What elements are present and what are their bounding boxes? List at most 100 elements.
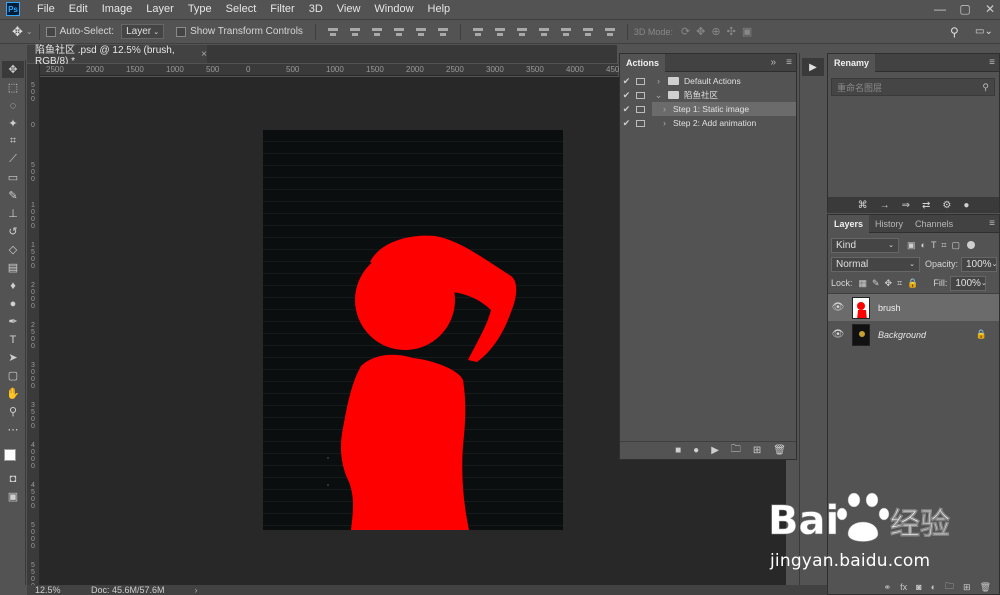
eraser-tool-icon[interactable]: ◇	[2, 241, 24, 258]
menu-edit[interactable]: Edit	[62, 3, 95, 15]
action-row[interactable]: ✔ › Step 2: Add animation	[620, 116, 796, 130]
link-layers-icon[interactable]: ⚭	[884, 582, 892, 593]
stop-icon[interactable]: ■	[675, 445, 681, 456]
checkmark-icon[interactable]: ✔	[620, 76, 633, 87]
clone-stamp-tool-icon[interactable]: ⊥	[2, 205, 24, 222]
screen-mode-icon[interactable]: ▣	[2, 488, 24, 505]
eyedropper-tool-icon[interactable]: ⟋	[2, 151, 24, 168]
distribute-top-icon[interactable]	[471, 26, 485, 38]
color-swatches[interactable]	[0, 439, 25, 469]
align-hcenter-icon[interactable]	[414, 26, 428, 38]
dialog-toggle-icon[interactable]	[636, 105, 645, 113]
expand-arrow-icon[interactable]: ⌄	[652, 90, 665, 101]
arrow-right-icon[interactable]: →	[880, 200, 890, 211]
auto-align-icon[interactable]	[603, 26, 617, 38]
panel-menu-icon[interactable]: ≡	[989, 218, 995, 229]
opacity-input[interactable]: 100% ⌄	[961, 256, 997, 272]
tab-layers[interactable]: Layers	[828, 214, 870, 233]
new-set-icon[interactable]: 🗀	[731, 442, 741, 459]
double-arrow-right-icon[interactable]: ⇒	[902, 200, 910, 211]
action-set-row[interactable]: ✔ ⌄ 陷鱼社区	[620, 88, 796, 102]
path-selection-tool-icon[interactable]: ➤	[2, 349, 24, 366]
distribute-bottom-icon[interactable]	[515, 26, 529, 38]
new-layer-icon[interactable]: ⊞	[963, 582, 971, 593]
new-action-icon[interactable]: ⊞	[753, 445, 761, 456]
lasso-tool-icon[interactable]: ◌	[2, 97, 24, 114]
photoshop-logo-icon[interactable]: Ps	[6, 2, 20, 16]
layer-row[interactable]: 👁 Background 🔒	[828, 321, 999, 348]
align-top-icon[interactable]	[326, 26, 340, 38]
menu-window[interactable]: Window	[367, 3, 420, 15]
menu-filter[interactable]: Filter	[263, 3, 301, 15]
expand-arrow-icon[interactable]: ›	[658, 118, 671, 128]
rectangle-tool-icon[interactable]: ▢	[2, 367, 24, 384]
magic-wand-tool-icon[interactable]: ✦	[2, 115, 24, 132]
collapse-panel-icon[interactable]: »	[770, 57, 776, 68]
workspace-icon[interactable]: ▭⌄	[975, 26, 993, 37]
lock-options-icons[interactable]: ▦✎✥⌗🔒	[859, 278, 924, 289]
adjustment-layer-icon[interactable]: ◐	[931, 582, 936, 592]
show-transform-checkbox[interactable]	[176, 26, 187, 37]
menu-type[interactable]: Type	[181, 3, 219, 15]
action-row[interactable]: ✔ › Step 1: Static image	[620, 102, 796, 116]
tab-renamy[interactable]: Renamy	[828, 53, 876, 72]
checkmark-icon[interactable]: ✔	[620, 118, 633, 129]
tab-actions[interactable]: Actions	[620, 53, 666, 72]
crop-tool-icon[interactable]: ⌗	[2, 133, 24, 150]
history-brush-tool-icon[interactable]: ↺	[2, 223, 24, 240]
menu-help[interactable]: Help	[421, 3, 458, 15]
play-panel-icon[interactable]: ▶	[802, 58, 824, 76]
checkmark-icon[interactable]: ✔	[620, 90, 633, 101]
close-window-button[interactable]: ✕	[975, 0, 1000, 18]
menu-view[interactable]: View	[330, 3, 368, 15]
eye-icon[interactable]: 👁	[828, 302, 848, 313]
play-icon[interactable]: ▶	[711, 445, 719, 456]
zoom-level[interactable]: 12.5%	[35, 585, 75, 595]
swap-icon[interactable]: ⇄	[922, 200, 930, 211]
search-icon[interactable]: ⚲	[950, 25, 959, 39]
document-tab[interactable]: 陷鱼社区 .psd @ 12.5% (brush, RGB/8) * ×	[27, 45, 207, 67]
gradient-tool-icon[interactable]: ▤	[2, 259, 24, 276]
distribute-right-icon[interactable]	[581, 26, 595, 38]
menu-3d[interactable]: 3D	[302, 3, 330, 15]
filter-toggle-icon[interactable]	[967, 241, 976, 249]
dialog-toggle-icon[interactable]	[636, 119, 645, 127]
quick-mask-icon[interactable]: ◘	[2, 470, 24, 487]
menu-image[interactable]: Image	[95, 3, 140, 15]
distribute-vcenter-icon[interactable]	[493, 26, 507, 38]
checkmark-icon[interactable]: ✔	[620, 104, 633, 115]
new-group-icon[interactable]: 🗀	[945, 579, 954, 595]
brush-tool-icon[interactable]: ✎	[2, 187, 24, 204]
distribute-hcenter-icon[interactable]	[559, 26, 573, 38]
distribute-left-icon[interactable]	[537, 26, 551, 38]
layer-name[interactable]: Background	[878, 330, 926, 340]
menu-select[interactable]: Select	[219, 3, 264, 15]
auto-select-checkbox[interactable]	[45, 26, 56, 37]
panel-menu-icon[interactable]: ≡	[989, 57, 995, 68]
chevron-right-icon[interactable]: ›	[195, 585, 198, 595]
search-icon[interactable]: ⚲	[982, 82, 989, 93]
dodge-tool-icon[interactable]: ●	[2, 295, 24, 312]
chevron-down-icon[interactable]: ⌄	[26, 27, 33, 36]
tab-history[interactable]: History	[869, 215, 909, 233]
auto-select-dropdown[interactable]: Layer ⌄	[121, 24, 165, 39]
align-left-icon[interactable]	[392, 26, 406, 38]
eye-icon[interactable]: 👁	[828, 329, 848, 340]
more-tools-icon[interactable]: ⋯	[2, 421, 24, 438]
action-set-row[interactable]: ✔ › Default Actions	[620, 74, 796, 88]
move-tool-icon[interactable]: ✥	[12, 24, 23, 40]
zoom-tool-icon[interactable]: ⚲	[2, 403, 24, 420]
rename-layer-input[interactable]: 重命名图层 ⚲	[831, 78, 995, 96]
fx-icon[interactable]: fx	[900, 582, 907, 592]
layer-row[interactable]: 👁 brush	[828, 294, 999, 321]
dialog-toggle-icon[interactable]	[636, 91, 645, 99]
move-tool-icon[interactable]: ✥	[2, 61, 24, 78]
type-tool-icon[interactable]: T	[2, 331, 24, 348]
renamy-command-icon[interactable]: ⌘	[858, 200, 868, 211]
hand-tool-icon[interactable]: ✋	[2, 385, 24, 402]
fill-input[interactable]: 100% ⌄	[950, 275, 987, 291]
align-right-icon[interactable]	[436, 26, 450, 38]
menu-file[interactable]: File	[30, 3, 62, 15]
filter-type-icons[interactable]: ▣◐T⌗▢	[907, 240, 965, 251]
layer-filter-dropdown[interactable]: Kind ⌄	[831, 237, 899, 253]
